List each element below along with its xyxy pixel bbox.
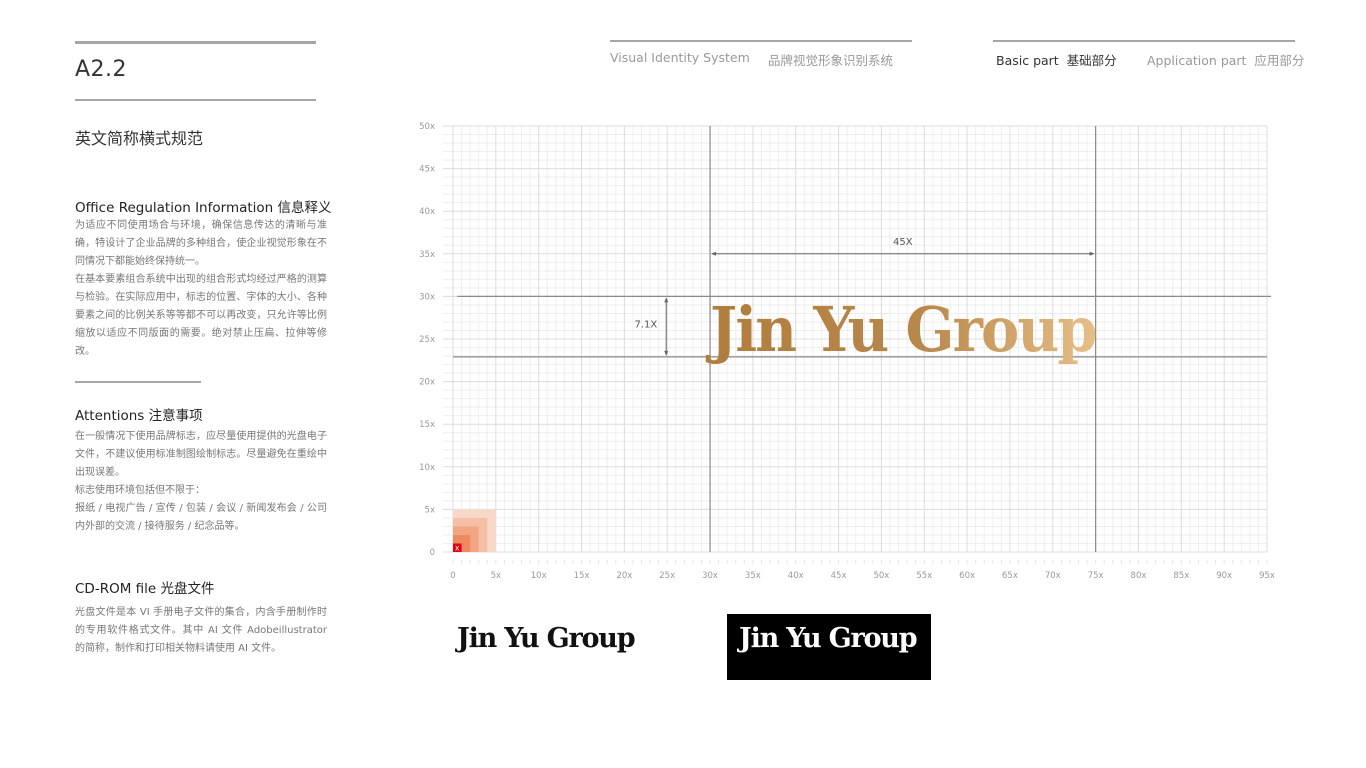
x-tick-label: 90x (1216, 571, 1232, 581)
y-tick-label: 45x (419, 165, 435, 175)
y-tick-label: 10x (419, 463, 435, 473)
x-tick-label: 20x (616, 571, 632, 581)
y-tick-label: 15x (419, 420, 435, 430)
y-tick-label: 35x (419, 250, 435, 260)
y-tick-label: 30x (419, 292, 435, 302)
y-tick-label: 0 (430, 548, 435, 558)
y-tick-label: 20x (419, 378, 435, 388)
width-dimension-label: 45X (893, 237, 913, 248)
unit-marker-label: x (455, 544, 460, 553)
x-tick-label: 65x (1002, 571, 1018, 581)
x-tick-label: 30x (702, 571, 718, 581)
x-tick-label: 40x (788, 571, 804, 581)
logo-white-version: Jin Yu Group (739, 623, 918, 654)
x-tick-label: 70x (1045, 571, 1061, 581)
y-tick-label: 25x (419, 335, 435, 345)
arrow-right-icon (1089, 251, 1095, 256)
logo-black-version: Jin Yu Group (457, 623, 636, 654)
unit-square-stack: x (453, 509, 496, 553)
x-tick-label: 50x (873, 571, 889, 581)
x-tick-label: 5x (491, 571, 501, 581)
y-tick-label: 50x (419, 122, 435, 132)
x-tick-label: 60x (959, 571, 975, 581)
x-tick-label: 45x (831, 571, 847, 581)
y-tick-label: 40x (419, 207, 435, 217)
x-tick-label: 10x (531, 571, 547, 581)
logo-construction-grid: x 0 5x 10x 15x 20x 25x 30x 35x 40x 45x 50x 55x 60x 65… (419, 122, 1275, 581)
x-tick-label: 75x (1088, 571, 1104, 581)
x-tick-label: 15x (574, 571, 590, 581)
x-axis-labels: 0 5x 10x 15x 20x 25x 30x 35x 40x 45x 50x 55x 60x 65x 7… (450, 571, 1275, 581)
x-tick-label: 35x (745, 571, 761, 581)
x-tick-label: 80x (1131, 571, 1147, 581)
logo-main-gold: Jin Yu Group (705, 293, 1095, 366)
y-axis-labels: 0 5x 10x 15x 20x 25x 30x 35x 40x 45x 50x (419, 122, 435, 558)
logo-inverse-panel: Jin Yu Group (727, 614, 931, 680)
arrow-left-icon (711, 251, 717, 256)
x-tick-label: 25x (659, 571, 675, 581)
x-tick-label: 95x (1259, 571, 1275, 581)
x-tick-label: 85x (1173, 571, 1189, 581)
height-dimension-label: 7.1X (634, 320, 657, 331)
x-tick-label: 0 (450, 571, 455, 581)
y-tick-label: 5x (425, 505, 435, 515)
x-tick-label: 55x (916, 571, 932, 581)
